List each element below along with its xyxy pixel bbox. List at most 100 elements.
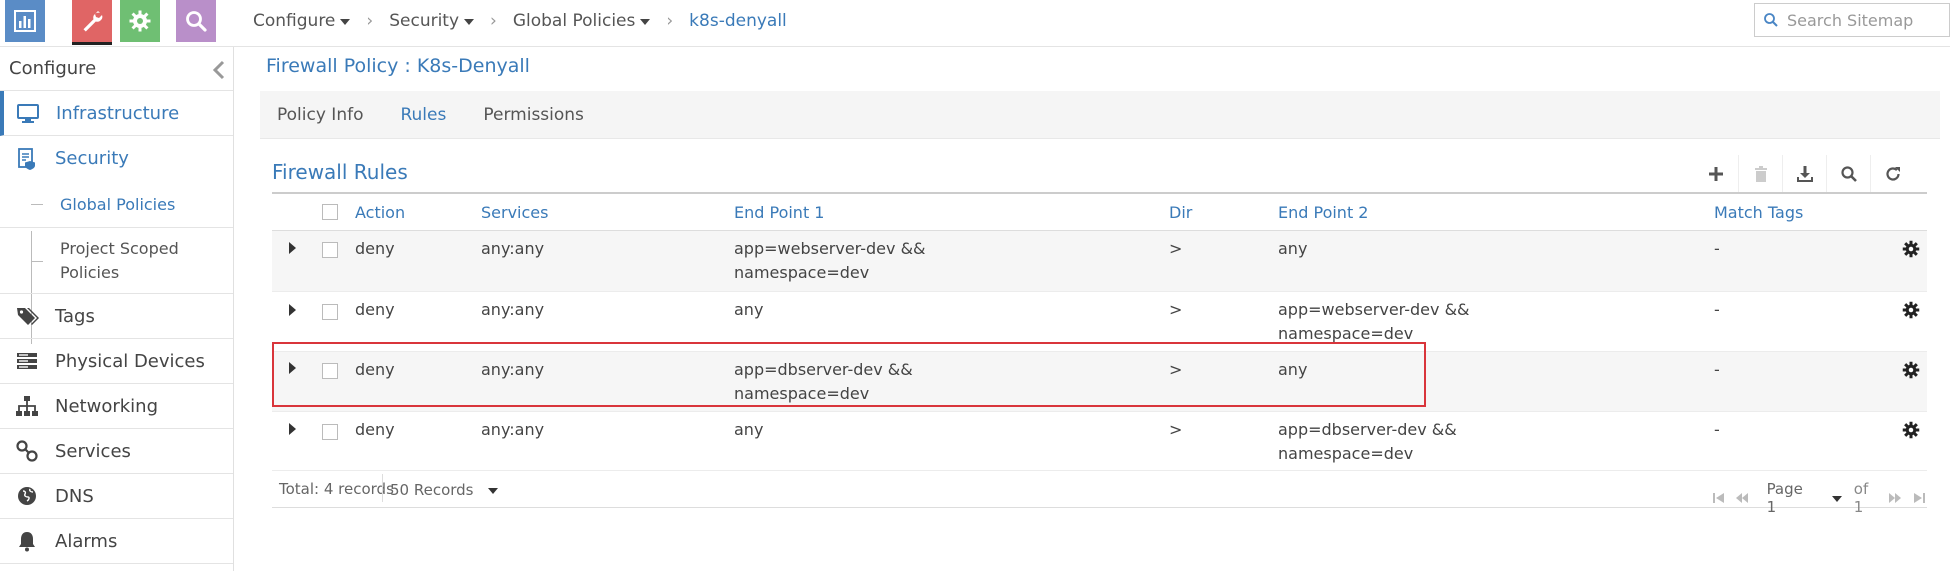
row-checkbox[interactable]	[322, 242, 338, 258]
cell-action: deny	[355, 300, 395, 319]
sidebar-item-label: DNS	[55, 485, 94, 507]
tags-icon	[14, 303, 40, 329]
breadcrumb-global-policies[interactable]: Global Policies	[513, 11, 651, 31]
cell-dir: >	[1169, 239, 1183, 258]
column-header-dir[interactable]: Dir	[1169, 203, 1192, 222]
sidebar-item-services[interactable]: Services	[0, 429, 233, 474]
cell-services: any:any	[481, 360, 545, 379]
column-header-action[interactable]: Action	[355, 203, 405, 222]
cell-end-point-1: app=dbserver-dev && namespace=dev	[734, 358, 913, 406]
row-actions-gear-icon[interactable]	[1902, 240, 1920, 258]
download-icon	[1796, 166, 1813, 182]
cell-match-tags: -	[1714, 420, 1720, 439]
sidebar-item-physical-devices[interactable]: Physical Devices	[0, 339, 233, 384]
caret-down-icon	[340, 19, 351, 25]
cell-services: any:any	[481, 239, 545, 258]
row-actions-gear-icon[interactable]	[1902, 361, 1920, 379]
cell-match-tags: -	[1714, 239, 1720, 258]
chevron-right-icon: ›	[666, 11, 674, 31]
monitor-icon	[15, 100, 41, 126]
tree-tick	[31, 260, 43, 262]
sidebar-item-label: Global Policies	[60, 194, 176, 214]
column-header-end-point-2[interactable]: End Point 2	[1278, 203, 1368, 222]
breadcrumb: Configure › Security › Global Policies ›…	[253, 0, 787, 42]
expand-row-icon[interactable]	[289, 242, 296, 254]
sidebar-item-global-policies[interactable]: Global Policies	[0, 181, 233, 228]
column-header-match-tags[interactable]: Match Tags	[1714, 203, 1803, 222]
expand-row-icon[interactable]	[289, 423, 296, 435]
page-title: Firewall Policy : K8s-Denyall	[266, 55, 530, 77]
search-grid-button[interactable]	[1826, 155, 1870, 193]
export-button[interactable]	[1782, 155, 1826, 193]
cell-line: any	[1278, 239, 1308, 258]
first-page-icon[interactable]	[1712, 491, 1727, 505]
expand-row-icon[interactable]	[289, 304, 296, 316]
table-row[interactable]: deny any:any app=dbserver-dev && namespac…	[272, 352, 1927, 412]
collapse-sidebar-icon[interactable]	[211, 59, 227, 81]
add-rule-button[interactable]	[1694, 155, 1738, 193]
records-per-page-value: 50 Records	[390, 481, 474, 499]
chevron-right-icon: ›	[490, 11, 497, 31]
tab-permissions[interactable]: Permissions	[483, 105, 584, 125]
records-per-page-select[interactable]: 50 Records	[390, 481, 498, 499]
sidebar-item-security[interactable]: Security	[0, 136, 233, 181]
breadcrumb-label: Configure	[253, 11, 336, 31]
row-checkbox[interactable]	[322, 363, 338, 379]
search-sitemap-input[interactable]: Search Sitemap	[1754, 3, 1950, 37]
cell-end-point-2: app=dbserver-dev && namespace=dev	[1278, 418, 1457, 466]
sidebar-item-tags[interactable]: Tags	[0, 294, 233, 339]
last-page-icon[interactable]	[1912, 491, 1927, 505]
breadcrumb-security[interactable]: Security	[389, 11, 475, 31]
caret-down-icon	[1831, 496, 1842, 502]
row-actions-gear-icon[interactable]	[1902, 301, 1920, 319]
delete-rule-button[interactable]	[1738, 155, 1782, 193]
cell-end-point-2: app=webserver-dev && namespace=dev	[1278, 298, 1470, 346]
sidebar-item-label: Services	[55, 440, 131, 462]
sidebar-item-infrastructure[interactable]: Infrastructure	[0, 91, 233, 136]
sidebar-item-project-scoped-policies[interactable]: Project Scoped Policies	[0, 228, 233, 294]
page-select[interactable]: Page 1	[1767, 480, 1842, 516]
search-placeholder: Search Sitemap	[1787, 10, 1914, 30]
previous-page-icon[interactable]	[1735, 491, 1750, 505]
column-header-services[interactable]: Services	[481, 203, 548, 222]
table-row[interactable]: deny any:any any > app=webserver-dev && n…	[272, 292, 1927, 352]
row-checkbox[interactable]	[322, 424, 338, 440]
breadcrumb-current[interactable]: k8s-denyall	[689, 11, 787, 31]
cell-dir: >	[1169, 360, 1183, 379]
settings-button[interactable]	[120, 0, 160, 42]
table-row[interactable]: deny any:any app=webserver-dev && namespa…	[272, 231, 1927, 292]
search-icon	[1840, 166, 1857, 182]
cell-action: deny	[355, 360, 395, 379]
next-page-icon[interactable]	[1888, 491, 1903, 505]
sidebar-item-networking[interactable]: Networking	[0, 384, 233, 429]
cell-line: any	[734, 420, 764, 439]
cell-dir: >	[1169, 300, 1183, 319]
sidebar-item-label: Physical Devices	[55, 350, 205, 372]
table-row[interactable]: deny any:any any > app=dbserver-dev && na…	[272, 412, 1927, 471]
column-header-end-point-1[interactable]: End Point 1	[734, 203, 824, 222]
breadcrumb-configure[interactable]: Configure	[253, 11, 351, 31]
select-all-checkbox[interactable]	[322, 204, 338, 220]
sidebar-item-label: Tags	[55, 305, 95, 327]
row-checkbox[interactable]	[322, 304, 338, 320]
section-title: Firewall Rules	[272, 160, 408, 184]
query-button[interactable]	[176, 0, 216, 42]
bar-chart-icon	[14, 10, 36, 32]
sidebar-item-alarms[interactable]: Alarms	[0, 519, 233, 564]
configure-button[interactable]	[72, 0, 112, 45]
cell-action: deny	[355, 420, 395, 439]
refresh-button[interactable]	[1870, 155, 1914, 193]
sidebar-item-dns[interactable]: DNS	[0, 474, 233, 519]
search-icon	[1764, 13, 1778, 27]
cell-line: namespace=dev	[1278, 444, 1414, 463]
tab-policy-info[interactable]: Policy Info	[277, 105, 363, 125]
cell-line: app=dbserver-dev &&	[734, 360, 913, 379]
wrench-icon	[83, 11, 103, 32]
tab-rules[interactable]: Rules	[400, 105, 446, 125]
search-icon	[186, 11, 207, 32]
page-count: of 1	[1853, 480, 1869, 516]
cell-dir: >	[1169, 420, 1183, 439]
monitor-button[interactable]	[5, 0, 45, 42]
expand-row-icon[interactable]	[289, 362, 296, 374]
row-actions-gear-icon[interactable]	[1902, 421, 1920, 439]
